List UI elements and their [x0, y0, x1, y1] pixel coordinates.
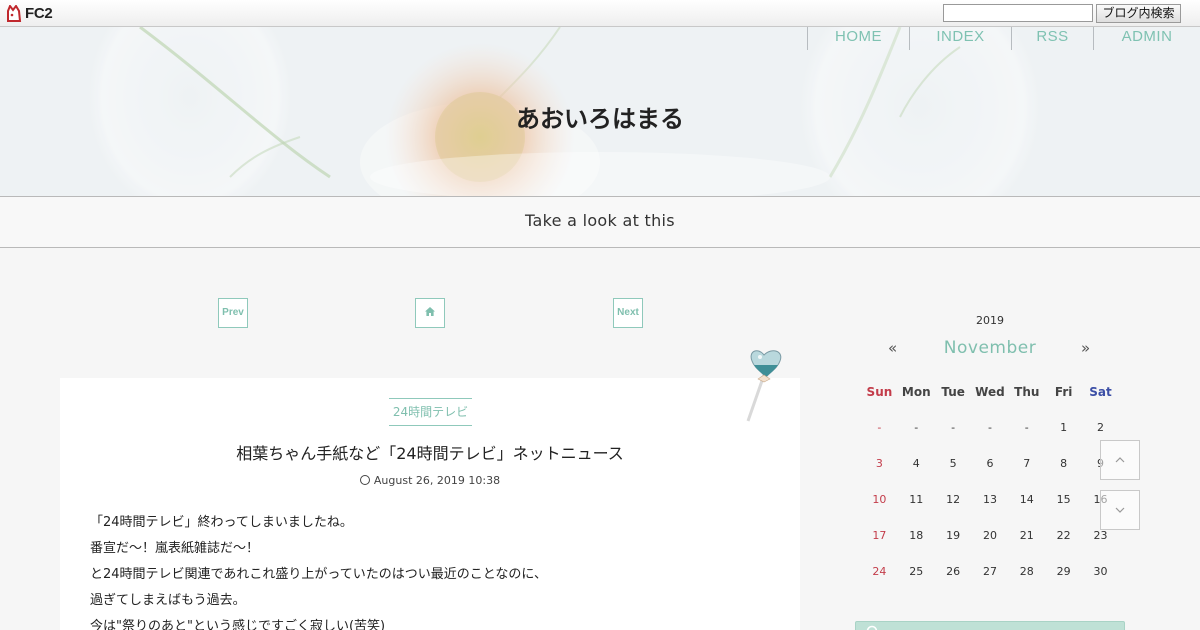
- sidebar-search-box[interactable]: [855, 621, 1125, 630]
- calendar-day: 30: [1093, 565, 1108, 578]
- nav-index[interactable]: INDEX: [909, 27, 1011, 50]
- calendar-day: 7: [1023, 457, 1031, 470]
- home-icon: [425, 307, 435, 316]
- calendar-day: 11: [909, 493, 924, 506]
- scroll-bottom-button[interactable]: [1100, 490, 1140, 530]
- calendar-day: 17: [872, 529, 887, 542]
- calendar-day: 13: [982, 493, 997, 506]
- calendar-day: 8: [1060, 457, 1068, 470]
- fc2-logo[interactable]: FC2: [6, 4, 53, 23]
- nav-rss[interactable]: RSS: [1011, 27, 1093, 50]
- calendar-month[interactable]: November: [920, 338, 1060, 358]
- entry-body: 「24時間テレビ」終わってしまいましたね。 番宣だ〜！嵐表紙雑誌だ〜！ と24時…: [90, 510, 780, 630]
- calendar-day: 24: [872, 565, 887, 578]
- calendar-day: -: [951, 421, 956, 434]
- entry-category[interactable]: 24時間テレビ: [389, 398, 472, 426]
- calendar-day: 19: [946, 529, 961, 542]
- calendar-day: 10: [872, 493, 887, 506]
- entry-title[interactable]: 相葉ちゃん手紙など「24時間テレビ」ネットニュース: [60, 440, 800, 464]
- calendar-day: 3: [875, 457, 883, 470]
- weekday-thu: Thu: [1014, 385, 1040, 399]
- site-subtitle: Take a look at this: [525, 211, 675, 230]
- weekday-sun: Sun: [866, 385, 893, 399]
- calendar-day: -: [877, 421, 882, 434]
- calendar-day: 5: [949, 457, 957, 470]
- calendar-day: -: [987, 421, 992, 434]
- calendar-year: 2019: [976, 314, 1004, 327]
- blog-search-input[interactable]: [943, 4, 1093, 22]
- entry-body-line: 「24時間テレビ」終わってしまいましたね。: [90, 515, 353, 530]
- global-nav: HOME INDEX RSS ADMIN: [807, 27, 1200, 50]
- calendar-day: 21: [1019, 529, 1034, 542]
- calendar-next-button[interactable]: »: [1081, 339, 1090, 357]
- calendar-week-row: 10 11 12 13 14 15 16: [861, 488, 1119, 524]
- nav-home[interactable]: HOME: [807, 27, 909, 50]
- prev-entry-button[interactable]: Prev: [218, 298, 248, 328]
- entry-date-text: August 26, 2019 10:38: [373, 474, 501, 487]
- clock-icon: [359, 475, 370, 485]
- calendar-day: -: [914, 421, 919, 434]
- entry-body-line: 番宣だ〜！嵐表紙雑誌だ〜！: [90, 541, 260, 556]
- calendar-week-row: 17 18 19 20 21 22 23: [861, 524, 1119, 560]
- calendar-grid: Sun Mon Tue Wed Thu Fri Sat - - - - - 1 …: [861, 380, 1119, 596]
- entry-body-line: と24時間テレビ関連であれこれ盛り上がっていたのはつい最近のことなのに、: [90, 567, 547, 582]
- weekday-tue: Tue: [941, 385, 965, 399]
- calendar-day: 14: [1019, 493, 1034, 506]
- calendar-weekday-row: Sun Mon Tue Wed Thu Fri Sat: [861, 380, 1119, 416]
- site-title[interactable]: あおいろはまる: [0, 99, 1200, 134]
- search-icon: [866, 625, 878, 630]
- chevron-down-icon: [1115, 507, 1125, 513]
- calendar-day: 15: [1056, 493, 1071, 506]
- calendar-day: 4: [912, 457, 920, 470]
- calendar-day: 20: [982, 529, 997, 542]
- calendar-day: 18: [909, 529, 924, 542]
- calendar-day: 29: [1056, 565, 1071, 578]
- fc2-logo-text: FC2: [25, 5, 53, 22]
- chevron-up-icon: [1115, 457, 1125, 463]
- calendar-day: 25: [909, 565, 924, 578]
- weekday-fri: Fri: [1054, 385, 1073, 399]
- nav-admin[interactable]: ADMIN: [1093, 27, 1200, 50]
- calendar-day: 6: [986, 457, 994, 470]
- fc2-toolbar: FC2 ブログ内検索: [0, 0, 1200, 27]
- calendar-day: 26: [946, 565, 961, 578]
- weekday-sat: Sat: [1089, 385, 1112, 399]
- home-button[interactable]: [415, 298, 445, 328]
- fc2-fox-icon: [7, 5, 22, 22]
- calendar-week-row: - - - - - 1 2: [861, 416, 1119, 452]
- calendar-prev-button[interactable]: «: [888, 339, 897, 357]
- calendar-day: 22: [1056, 529, 1071, 542]
- calendar-day: 1: [1060, 421, 1068, 434]
- weekday-wed: Wed: [975, 385, 1005, 399]
- entry-card: 24時間テレビ 相葉ちゃん手紙など「24時間テレビ」ネットニュース August…: [60, 378, 800, 630]
- blog-search-button[interactable]: ブログ内検索: [1096, 4, 1181, 23]
- scroll-top-button[interactable]: [1100, 440, 1140, 480]
- weekday-mon: Mon: [901, 385, 931, 399]
- calendar-week-row: 3 4 5 6 7 8 9: [861, 452, 1119, 488]
- subtitle-band: Take a look at this: [0, 196, 1200, 248]
- entry-body-line: 今は"祭りのあと"という感じですごく寂しい(苦笑): [90, 619, 386, 630]
- calendar-day: 28: [1019, 565, 1034, 578]
- calendar-week-row: 24 25 26 27 28 29 30: [861, 560, 1119, 596]
- calendar-day: 27: [982, 565, 997, 578]
- site-header: HOME INDEX RSS ADMIN あおいろはまる: [0, 27, 1200, 197]
- calendar-day: -: [1024, 421, 1029, 434]
- calendar-day: 12: [946, 493, 961, 506]
- lollipop-decoration-icon: [746, 350, 782, 422]
- next-entry-button[interactable]: Next: [613, 298, 643, 328]
- entry-date: August 26, 2019 10:38: [60, 474, 800, 487]
- entry-body-line: 過ぎてしまえばもう過去。: [90, 593, 246, 608]
